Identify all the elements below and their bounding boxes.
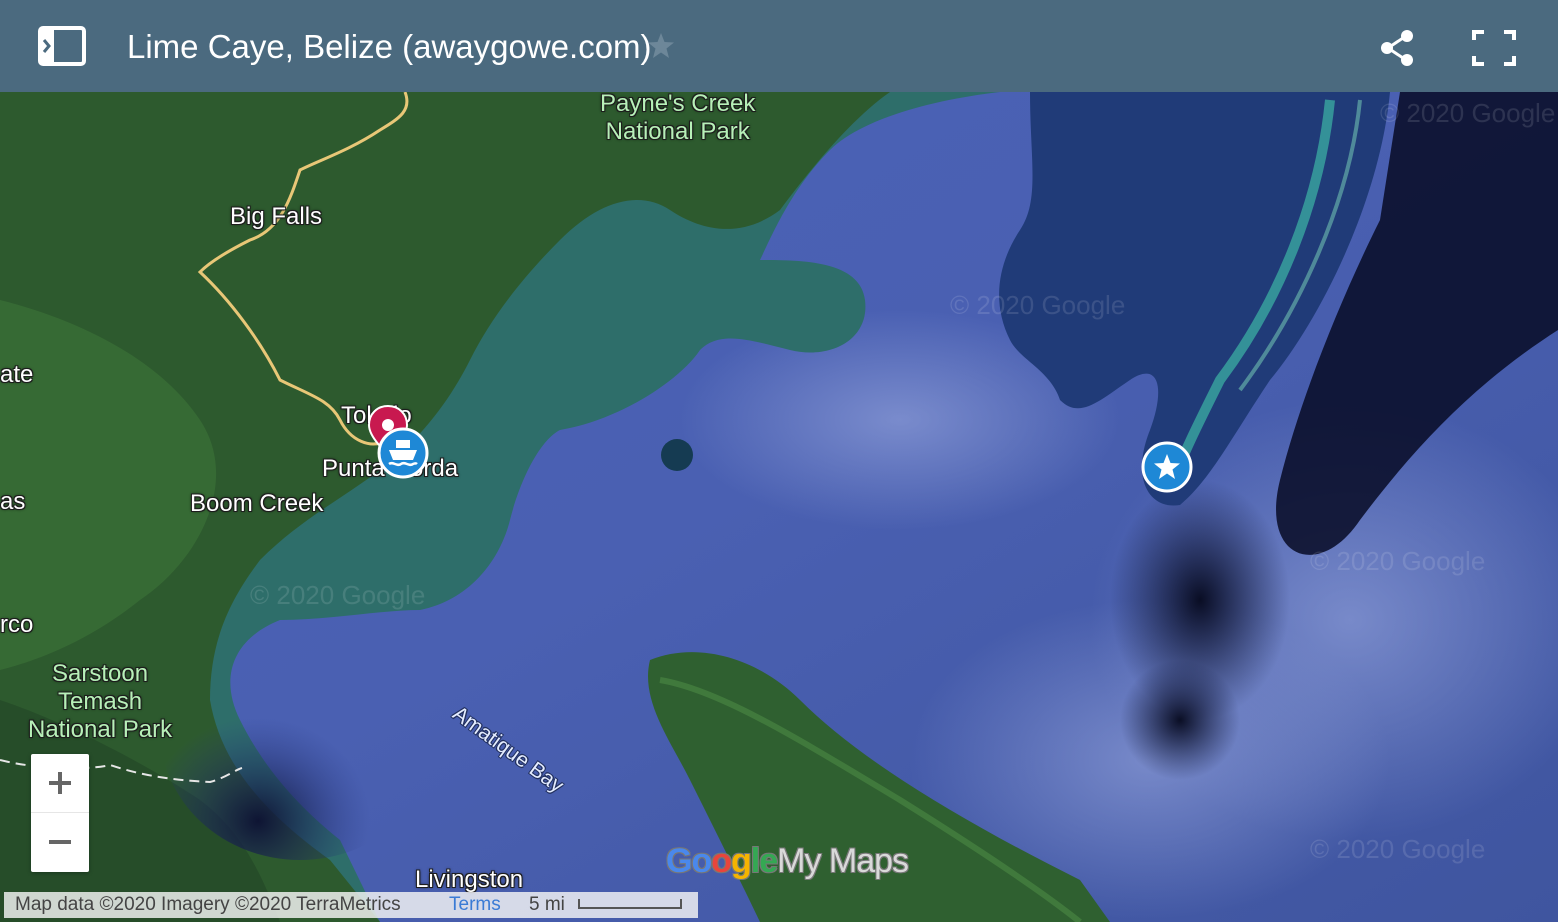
google-my-maps-logo: GoogleMy Maps xyxy=(666,842,909,881)
logo-part: Go xyxy=(666,842,712,880)
logo-part: My Maps xyxy=(777,842,909,880)
attribution-text: Map data ©2020 Imagery ©2020 TerraMetric… xyxy=(15,894,401,915)
legend-panel-icon[interactable] xyxy=(36,24,90,68)
zoom-in-button[interactable] xyxy=(31,754,89,813)
place-label-line: National Park xyxy=(605,118,750,145)
place-label-line: National Park xyxy=(28,716,173,743)
place-label-ate: ate xyxy=(0,361,34,388)
ferry-icon[interactable] xyxy=(376,426,430,480)
logo-part: g xyxy=(731,842,752,880)
zoom-control xyxy=(31,754,89,872)
header-bar: Lime Caye, Belize (awaygowe.com) xyxy=(0,0,1558,92)
satellite-map[interactable] xyxy=(0,0,1558,922)
place-label-rco: rco xyxy=(0,611,34,638)
minus-icon xyxy=(49,840,71,844)
map-watermark: © 2020 Google xyxy=(1380,98,1556,128)
place-label-line: Temash xyxy=(58,688,143,715)
place-label-line: Payne's Creek xyxy=(600,90,756,117)
place-label-big-falls: Big Falls xyxy=(230,203,323,230)
terms-link[interactable]: Terms xyxy=(449,892,501,918)
share-icon[interactable] xyxy=(1376,26,1420,70)
place-label-boom-creek: Boom Creek xyxy=(190,490,324,517)
place-label-as: as xyxy=(0,488,26,515)
map-watermark: © 2020 Google xyxy=(1310,834,1486,864)
scale-label: 5 mi xyxy=(529,894,565,915)
place-label-livingston: Livingston xyxy=(415,866,524,893)
place-label-sarstoon-temash: Sarstoon Temash National Park xyxy=(28,660,172,744)
logo-part: o xyxy=(711,842,732,880)
map-watermark: © 2020 Google xyxy=(1310,546,1486,576)
map-title: Lime Caye, Belize (awaygowe.com) xyxy=(127,28,652,65)
scale-bar xyxy=(578,899,682,909)
map-watermark: © 2020 Google xyxy=(950,290,1126,320)
star-marker-icon[interactable] xyxy=(1140,440,1194,494)
place-label-paynes-creek: Payne's Creek National Park xyxy=(600,90,755,146)
star-icon[interactable] xyxy=(645,30,677,62)
plus-icon xyxy=(49,772,71,794)
zoom-out-button[interactable] xyxy=(31,813,89,871)
place-label-line: Sarstoon xyxy=(52,660,149,687)
map-watermark: © 2020 Google xyxy=(250,580,426,610)
fullscreen-icon[interactable] xyxy=(1468,26,1520,70)
logo-part: le xyxy=(750,842,778,880)
